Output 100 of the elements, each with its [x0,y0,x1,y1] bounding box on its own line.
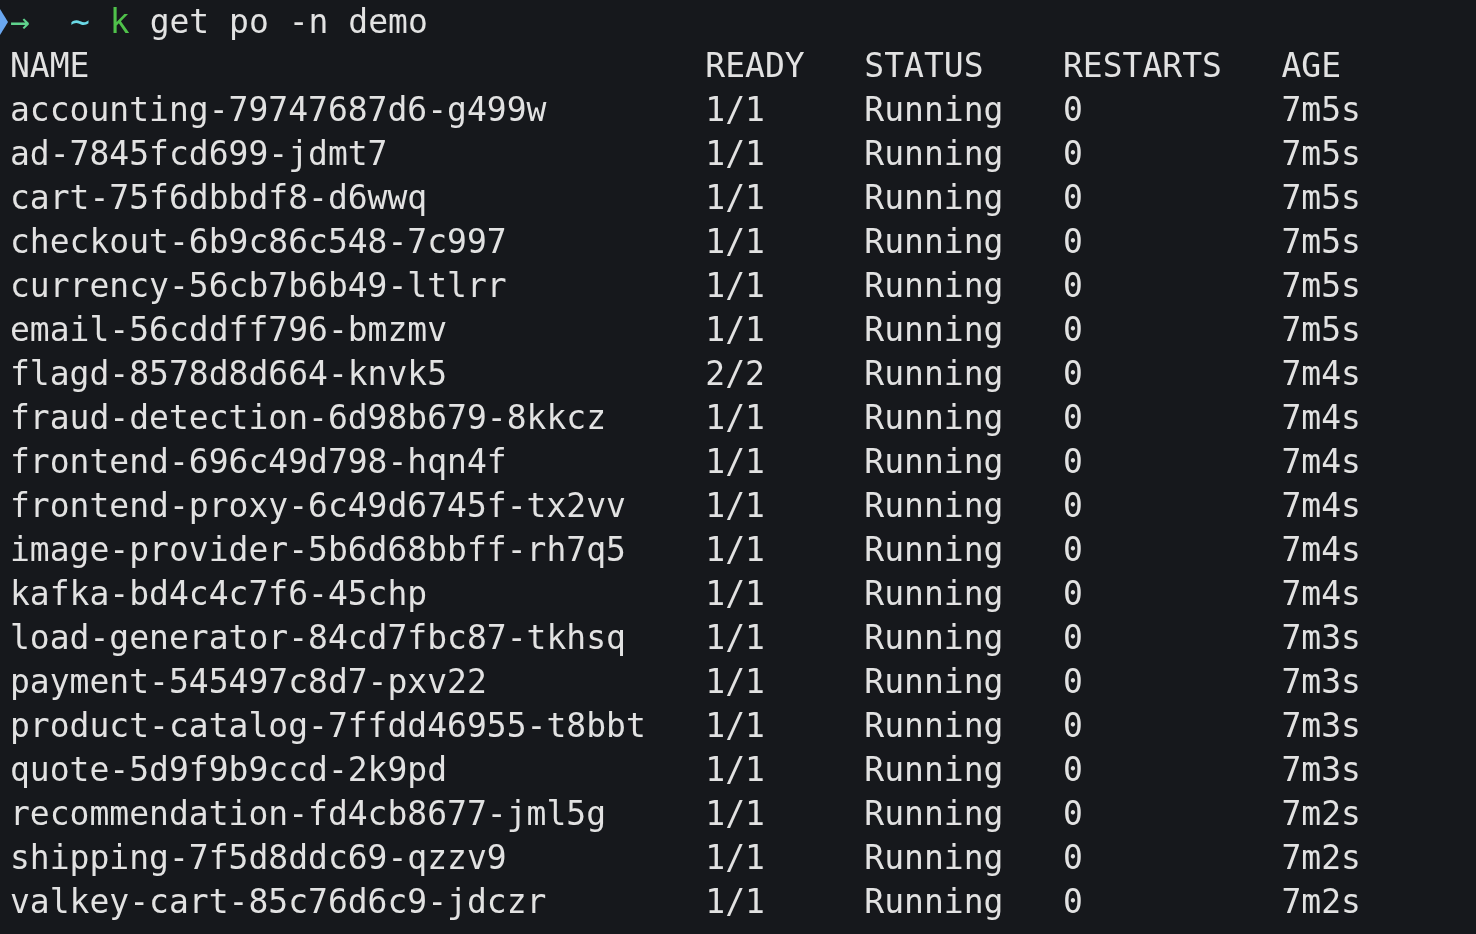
table-cell-text: 0 [1062,793,1084,835]
table-cell-text: 7m5s [1281,89,1362,131]
table-cell-text: 1/1 [705,133,766,175]
table-cell-text: Running [864,177,1005,219]
table-cell-text: Running [864,617,1005,659]
table-cell-text: flagd-8578d8d664-knvk5 [10,353,449,395]
table-cell-text: Running [864,221,1005,263]
table-cell-text: 1/1 [705,881,766,923]
table-cell-text: 0 [1062,441,1084,483]
table-cell-text: frontend-proxy-6c49d6745f-tx2vv [10,485,627,527]
column-header: NAME [10,45,91,87]
table-cell-text: 7m5s [1281,265,1362,307]
table-cell-text: 7m4s [1281,441,1362,483]
table-cell-text: 1/1 [705,705,766,747]
table-cell-text: product-catalog-7ffdd46955-t8bbt [10,705,647,747]
table-cell-text: 1/1 [705,617,766,659]
table-cell-text: frontend-696c49d798-hqn4f [10,441,508,483]
table-cell-text: Running [864,529,1005,571]
column-header: STATUS [864,45,985,87]
table-cell-text: Running [864,89,1005,131]
table-cell-text: 7m3s [1281,705,1362,747]
table-cell-text: 7m4s [1281,485,1362,527]
table-cell-text: 7m5s [1281,309,1362,351]
prompt-arrow: → [10,1,30,43]
table-cell-text: Running [864,133,1005,175]
table-cell-text: Running [864,793,1005,835]
table-cell-text: 1/1 [705,89,766,131]
table-cell-text: 1/1 [705,573,766,615]
table-cell-text: accounting-79747687d6-g499w [10,89,548,131]
table-cell-text: 7m5s [1281,133,1362,175]
table-cell-text: 1/1 [705,529,766,571]
table-cell-text: cart-75f6dbbdf8-d6wwq [10,177,429,219]
table-cell-text: 1/1 [705,397,766,439]
table-cell-text: Running [864,661,1005,703]
table-cell-text: quote-5d9f9b9ccd-2k9pd [10,749,449,791]
table-cell-text: 0 [1062,617,1084,659]
table-cell-text: image-provider-5b6d68bbff-rh7q5 [10,529,627,571]
table-cell-text: 7m2s [1281,881,1362,923]
table-cell-text: valkey-cart-85c76d6c9-jdczr [10,881,548,923]
table-cell-text: 1/1 [705,749,766,791]
command-arguments: get po -n demo [149,1,428,43]
table-cell-text: 2/2 [705,353,766,395]
table-cell-text: 7m5s [1281,221,1362,263]
table-cell-text: 1/1 [705,221,766,263]
table-cell-text: 7m3s [1281,617,1362,659]
table-cell-text: recommendation-fd4cb8677-jml5g [10,793,608,835]
column-header: READY [705,45,806,87]
table-cell-text: currency-56cb7b6b49-ltlrr [10,265,508,307]
table-cell-text: 0 [1062,221,1084,263]
table-cell-text: 7m4s [1281,529,1362,571]
table-cell-text: 0 [1062,881,1084,923]
table-cell-text: 0 [1062,89,1084,131]
table-cell-text: payment-545497c8d7-pxv22 [10,661,488,703]
table-cell-text: Running [864,353,1005,395]
table-cell-text: 7m5s [1281,177,1362,219]
table-cell-text: Running [864,837,1005,879]
command-name: k [109,1,130,43]
table-cell-text: 7m4s [1281,573,1362,615]
table-cell-text: 1/1 [705,265,766,307]
table-cell-text: 1/1 [705,309,766,351]
table-cell-text: 0 [1062,353,1084,395]
column-header: RESTARTS [1062,45,1223,87]
column-header: AGE [1281,45,1343,87]
table-cell-text: 7m4s [1281,353,1362,395]
table-cell-text: 0 [1062,529,1084,571]
table-cell-text: Running [864,749,1005,791]
table-cell-text: Running [864,705,1005,747]
table-cell-text: 1/1 [705,485,766,527]
table-cell-text: Running [864,309,1005,351]
table-cell-text: 7m2s [1281,793,1362,835]
table-cell-text: 0 [1062,485,1084,527]
table-cell-text: Running [864,881,1005,923]
table-cell-text: 7m3s [1281,661,1362,703]
table-cell-text: 0 [1062,837,1084,879]
table-cell-text: 1/1 [705,441,766,483]
table-cell-text: Running [864,397,1005,439]
table-cell-text: 1/1 [705,793,766,835]
table-cell-text: 1/1 [705,661,766,703]
table-cell-text: kafka-bd4c4c7f6-45chp [10,573,429,615]
table-cell-text: shipping-7f5d8ddc69-qzzv9 [10,837,508,879]
table-cell-text: ad-7845fcd699-jdmt7 [10,133,389,175]
table-cell-text: Running [864,485,1005,527]
table-cell-text: 0 [1062,177,1084,219]
table-cell-text: 0 [1062,573,1084,615]
table-cell-text: 7m4s [1281,397,1362,439]
table-cell-text: Running [864,441,1005,483]
table-cell-text: 0 [1062,309,1084,351]
table-cell-text: email-56cddff796-bmzmv [10,309,449,351]
table-cell-text: 1/1 [705,837,766,879]
table-cell-text: checkout-6b9c86c548-7c997 [10,221,508,263]
table-cell-text: 7m2s [1281,837,1362,879]
table-cell-text: load-generator-84cd7fbc87-tkhsq [10,617,627,659]
table-cell-text: Running [864,573,1005,615]
marker-icon [0,9,8,35]
table-cell-text: 0 [1062,749,1084,791]
table-cell-text: 0 [1062,661,1084,703]
table-cell-text: 7m3s [1281,749,1362,791]
prompt-directory: ~ [69,1,90,43]
table-cell-text: 1/1 [705,177,766,219]
table-cell-text: fraud-detection-6d98b679-8kkcz [10,397,608,439]
